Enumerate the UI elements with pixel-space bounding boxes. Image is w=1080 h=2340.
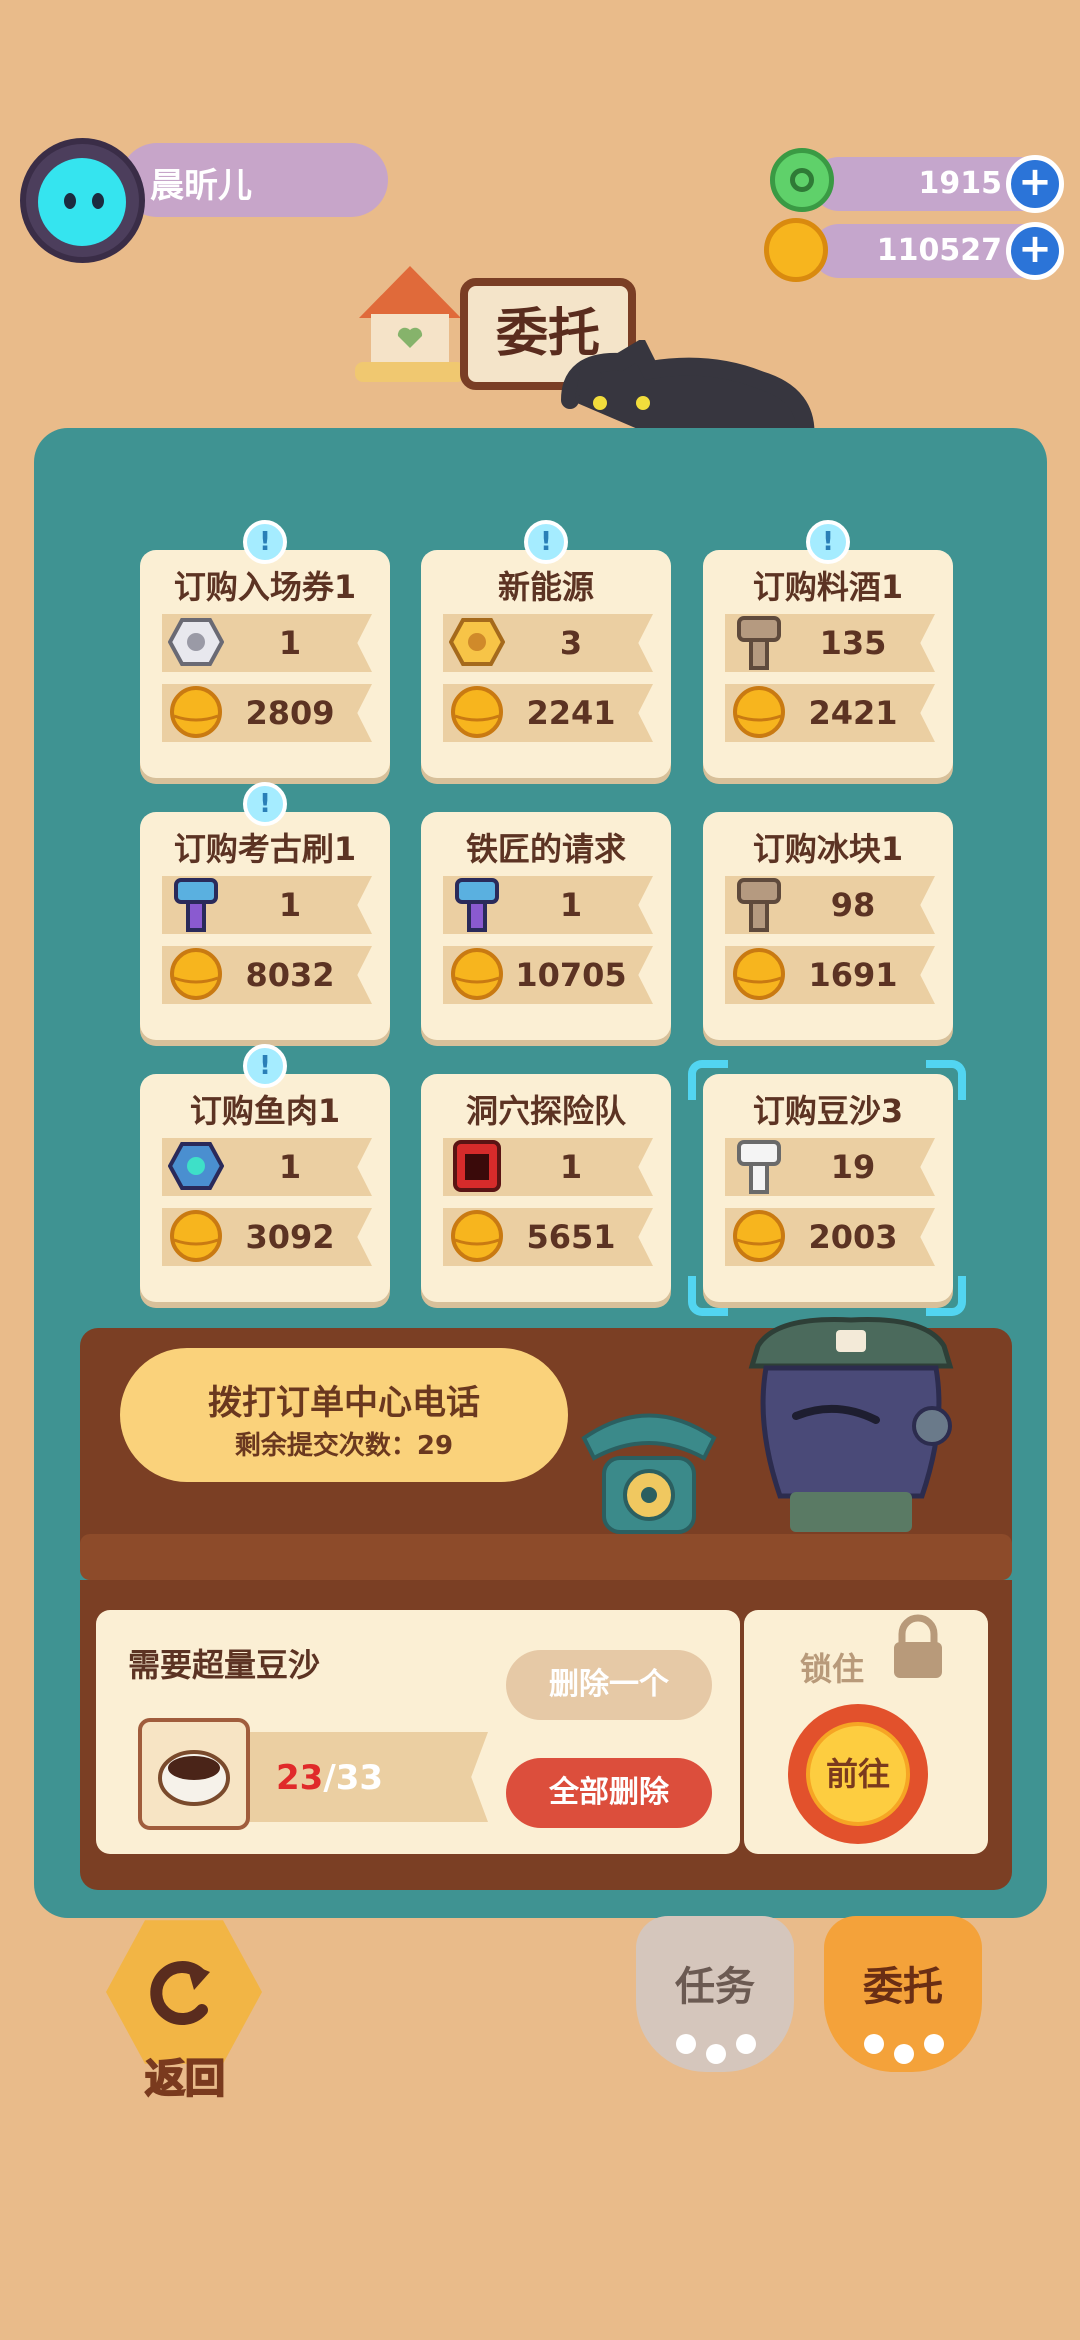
order-title: 订购冰块1 bbox=[752, 830, 904, 868]
delete-one-button[interactable]: 删除一个 bbox=[506, 1650, 712, 1720]
telephone-icon[interactable] bbox=[574, 1398, 724, 1538]
return-arrow-icon bbox=[150, 1961, 210, 2025]
reward-amount: 8032 bbox=[245, 956, 335, 994]
add-gold-button[interactable]: + bbox=[1006, 222, 1064, 280]
bean-paste-bowl-icon bbox=[158, 1750, 230, 1806]
item-quantity: 1 bbox=[278, 624, 302, 662]
selection-corner-br bbox=[926, 1276, 966, 1316]
gold-coin-icon bbox=[764, 218, 828, 282]
goto-button[interactable]: 前往 bbox=[806, 1722, 910, 1826]
progress-total: /33 bbox=[323, 1758, 384, 1798]
tasks-paw-toe bbox=[706, 2044, 726, 2064]
tasks-tab-label: 任务 bbox=[675, 1964, 755, 2010]
delete-all-button[interactable]: 全部删除 bbox=[506, 1758, 712, 1828]
reward-amount: 2809 bbox=[245, 694, 335, 732]
order-title: 订购考古刷1 bbox=[173, 830, 357, 868]
reward-amount: 2241 bbox=[526, 694, 616, 732]
item-quantity: 1 bbox=[278, 886, 302, 924]
reward-amount: 2421 bbox=[808, 694, 898, 732]
commission-paw-toe bbox=[924, 2034, 944, 2054]
alert-icon: ! bbox=[524, 520, 568, 564]
item-quantity: 1 bbox=[278, 1148, 302, 1186]
order-card[interactable]: 订购料酒1 135 2421 bbox=[703, 550, 953, 778]
commission-paw-toe bbox=[864, 2034, 884, 2054]
reward-amount: 5651 bbox=[526, 1218, 616, 1256]
order-title: 订购料酒1 bbox=[752, 568, 904, 606]
gem-amount: 1915 bbox=[918, 166, 1003, 201]
commission-paw-toe bbox=[894, 2044, 914, 2064]
reward-amount: 2003 bbox=[808, 1218, 898, 1256]
order-card[interactable]: 订购冰块1 98 1691 bbox=[703, 812, 953, 1040]
gold-amount: 110527 bbox=[876, 233, 1002, 268]
profile-name: 晨昕儿 bbox=[150, 166, 252, 206]
reward-amount: 3092 bbox=[245, 1218, 335, 1256]
progress-text: 23/33 bbox=[276, 1758, 383, 1798]
order-card[interactable]: 订购考古刷1 1 8032 bbox=[140, 812, 390, 1040]
item-quantity: 1 bbox=[559, 1148, 583, 1186]
order-title: 订购入场券1 bbox=[173, 568, 357, 606]
shelf bbox=[80, 1534, 1012, 1580]
order-card[interactable]: 订购鱼肉1 1 3092 bbox=[140, 1074, 390, 1302]
order-card[interactable]: 铁匠的请求 1 10705 bbox=[421, 812, 671, 1040]
item-quantity: 98 bbox=[830, 886, 876, 924]
alert-icon: ! bbox=[243, 1044, 287, 1088]
remaining-submissions: 剩余提交次数：29 bbox=[234, 1431, 454, 1461]
selection-corner-bl bbox=[688, 1276, 728, 1316]
alert-icon: ! bbox=[806, 520, 850, 564]
add-gem-button[interactable]: + bbox=[1006, 155, 1064, 213]
tasks-paw-toe bbox=[676, 2034, 696, 2054]
order-title: 新能源 bbox=[497, 568, 594, 606]
alert-icon: ! bbox=[243, 520, 287, 564]
selection-corner-tr bbox=[926, 1060, 966, 1100]
house-icon bbox=[355, 266, 465, 382]
order-card[interactable]: 新能源 3 2241 bbox=[421, 550, 671, 778]
operator-cat-icon bbox=[748, 1317, 954, 1532]
cat-avatar-icon bbox=[38, 158, 126, 246]
order-card[interactable]: 订购入场券1 1 2809 bbox=[140, 550, 390, 778]
item-quantity: 1 bbox=[559, 886, 583, 924]
order-title: 铁匠的请求 bbox=[465, 830, 626, 868]
avatar-eye-right bbox=[92, 193, 104, 209]
avatar-eye-left bbox=[64, 193, 76, 209]
order-detail-title: 需要超量豆沙 bbox=[128, 1646, 321, 1684]
item-quantity: 19 bbox=[830, 1148, 876, 1186]
gem-icon bbox=[770, 148, 834, 212]
bean-paste-item bbox=[138, 1718, 250, 1830]
order-card[interactable]: 洞穴探险队 1 5651 bbox=[421, 1074, 671, 1302]
back-label: 返回 bbox=[144, 2055, 226, 2103]
alert-icon: ! bbox=[243, 782, 287, 826]
reward-amount: 10705 bbox=[515, 956, 627, 994]
order-title: 订购豆沙3 bbox=[752, 1092, 904, 1130]
item-quantity: 3 bbox=[559, 624, 583, 662]
reward-amount: 1691 bbox=[808, 956, 898, 994]
order-title: 洞穴探险队 bbox=[465, 1092, 626, 1130]
order-title: 订购鱼肉1 bbox=[189, 1092, 341, 1130]
order-card[interactable]: 订购豆沙3 19 2003 bbox=[703, 1074, 953, 1302]
commission-tab-label: 委托 bbox=[863, 1964, 943, 2010]
item-quantity: 135 bbox=[819, 624, 887, 662]
lock-icon[interactable] bbox=[890, 1614, 946, 1680]
tasks-paw-toe bbox=[736, 2034, 756, 2054]
call-title: 拨打订单中心电话 bbox=[208, 1383, 480, 1423]
progress-current: 23 bbox=[276, 1758, 324, 1798]
selection-corner-tl bbox=[688, 1060, 728, 1100]
lock-label: 锁住 bbox=[800, 1650, 865, 1688]
